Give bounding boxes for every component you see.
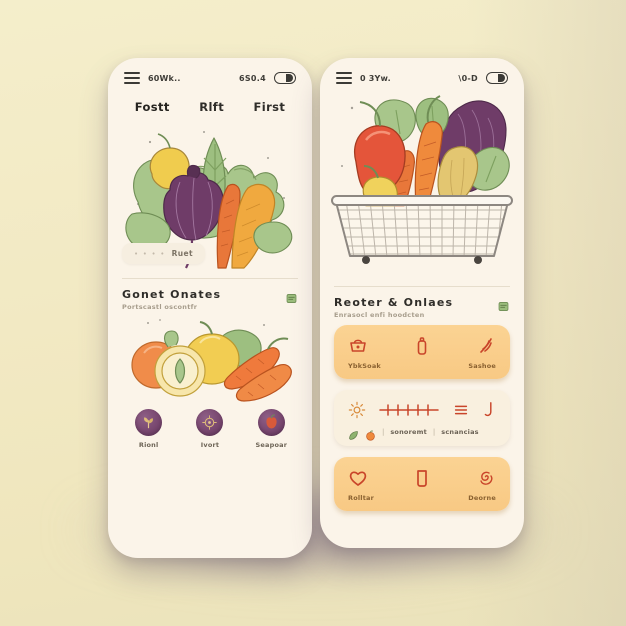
quick-action-label: Seapoar xyxy=(255,441,288,449)
chip-dots: • • • • xyxy=(134,249,166,258)
hamburger-icon[interactable] xyxy=(336,72,352,84)
quick-action-ivort[interactable]: Ivort xyxy=(184,409,236,449)
leaf-mini-icon xyxy=(348,426,359,440)
card-ybksoak[interactable]: YbkSoak Sashoe xyxy=(334,325,510,379)
swirl-icon[interactable] xyxy=(476,468,496,488)
status-right-text: \0-D xyxy=(458,73,478,83)
card-icon-row xyxy=(348,336,496,356)
status-left-text: 0 3Yw. xyxy=(360,73,391,83)
card-icon-row xyxy=(348,468,496,488)
leaf-badge-icon xyxy=(285,290,298,303)
card-label-left: YbkSoak xyxy=(348,362,381,370)
section-header-left: Gonet Onates Portscastl oscontfr xyxy=(108,279,312,313)
quick-actions-left: Rionl Ivort Seapoar xyxy=(108,403,312,463)
orange-mini-icon xyxy=(365,426,376,441)
quick-action-rionl[interactable]: Rionl xyxy=(123,409,175,449)
sun-icon[interactable] xyxy=(348,401,366,419)
basket-icon[interactable] xyxy=(348,336,368,356)
meta-text-one: sonoremt xyxy=(390,427,427,436)
status-bar-right: 0 3Yw. \0-D xyxy=(320,58,524,88)
status-left-text: 60Wk.. xyxy=(148,73,181,83)
battery-icon xyxy=(486,72,508,84)
tab-fostt[interactable]: Fostt xyxy=(131,98,174,116)
tab-bar-left: Fostt Rlft First xyxy=(108,88,312,122)
card-rolltar[interactable]: Rolltar Deorne xyxy=(334,457,510,511)
fruit-carrot-illustration xyxy=(108,313,312,403)
ruler-icon[interactable] xyxy=(378,401,440,419)
card-list-right: YbkSoak Sashoe | sonoremt | scnancias Ro… xyxy=(320,321,524,525)
section-header-right: Reoter & Onlaes Enrasocl enfi hoodcten xyxy=(320,287,524,321)
quick-action-seapoar[interactable]: Seapoar xyxy=(245,409,297,449)
meta-text-two: scnancias xyxy=(441,427,479,436)
card-label-left: Rolltar xyxy=(348,494,375,502)
bottle-icon[interactable] xyxy=(412,336,432,356)
chip-label: Ruet xyxy=(171,249,193,258)
status-right-text: 6S0.4 xyxy=(239,73,266,83)
section-subtitle: Portscastl oscontfr xyxy=(122,303,198,311)
meta-separator: | xyxy=(432,427,436,436)
section-title: Reoter & Onlaes xyxy=(334,296,454,309)
card-label-right: Sashoe xyxy=(468,362,496,370)
card-label-right: Deorne xyxy=(468,494,496,502)
leaf-badge-icon xyxy=(497,298,510,311)
section-title: Gonet Onates xyxy=(122,288,222,301)
vegetable-illustration: • • • • Ruet xyxy=(108,118,312,270)
seed-icon xyxy=(196,409,224,436)
quick-action-label: Ivort xyxy=(200,441,220,449)
hook-icon[interactable] xyxy=(482,401,496,419)
phone-left: 60Wk.. 6S0.4 Fostt Rlft First • • • • Ru… xyxy=(108,58,312,558)
tab-first[interactable]: First xyxy=(249,98,289,116)
list-icon[interactable] xyxy=(452,401,470,419)
card-label-row: Rolltar Deorne xyxy=(348,494,496,502)
card-label-row: YbkSoak Sashoe xyxy=(348,362,496,370)
hero-chip[interactable]: • • • • Ruet xyxy=(122,243,205,264)
card-icon-row xyxy=(348,401,496,419)
card-meta-row: | sonoremt | scnancias xyxy=(348,426,496,441)
status-bar-left: 60Wk.. 6S0.4 xyxy=(108,58,312,88)
phone-right: 0 3Yw. \0-D Reoter & Onlaes Enrasocl enf… xyxy=(320,58,524,548)
sprout-icon xyxy=(135,409,163,436)
screenshot-stage: 60Wk.. 6S0.4 Fostt Rlft First • • • • Ru… xyxy=(0,0,626,626)
hamburger-icon[interactable] xyxy=(124,72,140,84)
card-meta[interactable]: | sonoremt | scnancias xyxy=(334,390,510,446)
tab-rlft[interactable]: Rlft xyxy=(195,98,228,116)
meta-separator: | xyxy=(382,427,385,436)
heart-icon[interactable] xyxy=(348,468,368,488)
quick-action-label: Rionl xyxy=(138,441,159,449)
section-subtitle: Enrasocl enfi hoodcten xyxy=(334,311,425,319)
shopping-basket-illustration xyxy=(320,88,524,278)
apple-icon xyxy=(257,409,285,436)
battery-icon xyxy=(274,72,296,84)
wheat-icon[interactable] xyxy=(476,336,496,356)
cup-icon[interactable] xyxy=(412,468,432,488)
